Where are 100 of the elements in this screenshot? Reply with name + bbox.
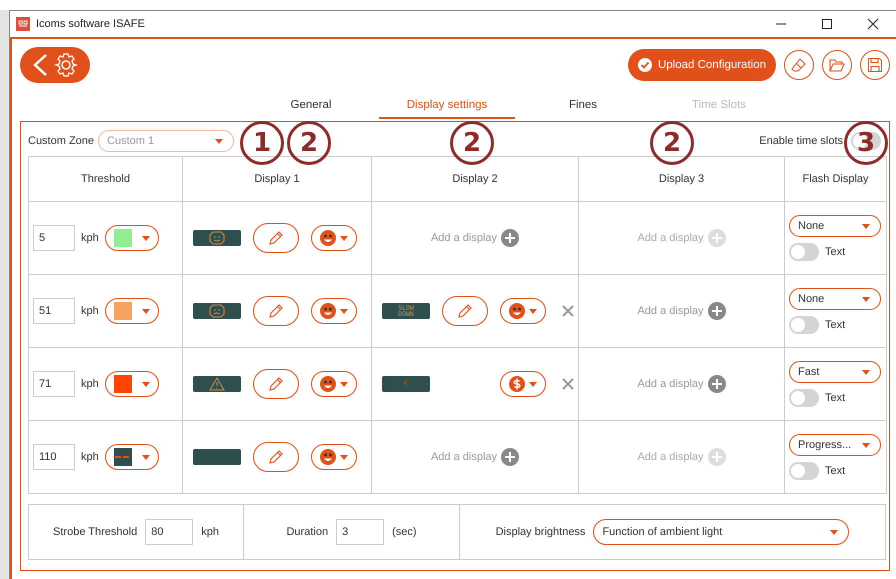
edit-button[interactable] (253, 442, 299, 472)
smiley-icon (320, 376, 336, 392)
annotation-circle: 2 (287, 121, 331, 165)
color-dropdown[interactable] (104, 444, 159, 470)
pencil-icon (268, 303, 284, 319)
enable-time-slots-label: Enable time slots (759, 135, 843, 147)
annotation-circle: 2 (450, 121, 494, 165)
caret-icon (340, 382, 348, 386)
smiley-icon (509, 303, 525, 319)
flash-dropdown[interactable]: Progress... (789, 434, 881, 456)
upload-configuration-button[interactable]: Upload Configuration (628, 49, 776, 81)
flash-dropdown[interactable]: None (789, 215, 881, 237)
edit-button[interactable] (253, 369, 299, 399)
toggle-label: Text (825, 246, 846, 258)
caret-icon (862, 370, 870, 374)
back-settings-button[interactable] (20, 47, 90, 83)
caret-icon (340, 236, 348, 240)
custom-zone-label: Custom Zone (28, 135, 94, 147)
edit-button[interactable] (253, 296, 299, 326)
symbol-dropdown[interactable] (500, 371, 546, 397)
toggle-switch[interactable] (851, 132, 881, 150)
unit-label: (sec) (392, 526, 417, 538)
plus-icon (708, 448, 726, 466)
eraser-button[interactable] (784, 50, 814, 80)
color-dropdown[interactable] (104, 298, 159, 324)
caret-icon (142, 454, 150, 460)
smiley-face-icon (207, 231, 227, 245)
unit-label: kph (81, 305, 99, 317)
tab[interactable]: Fines (515, 99, 651, 119)
caret-icon (862, 224, 870, 228)
toggle-switch[interactable] (789, 243, 819, 261)
threshold-input[interactable]: 51 (33, 298, 75, 324)
tab[interactable]: Display settings (379, 99, 515, 119)
flash-dropdown[interactable]: None (789, 288, 881, 310)
strobe-threshold-input[interactable]: 80 (145, 519, 194, 545)
symbol-dropdown[interactable] (311, 225, 357, 251)
folder-icon (829, 58, 845, 72)
threshold-input[interactable]: 5 (33, 225, 75, 251)
unit-label: kph (81, 451, 99, 463)
column-header: Display 2 (372, 156, 578, 202)
caret-icon (142, 382, 150, 386)
check-icon (638, 58, 652, 72)
smiley-icon (320, 303, 336, 319)
open-folder-button[interactable] (822, 50, 852, 80)
caret-icon (862, 442, 870, 448)
smiley-icon (320, 230, 336, 246)
smiley-icon (320, 449, 336, 465)
tab[interactable]: General (243, 99, 379, 119)
annotation-circle: 1 (240, 121, 284, 165)
color-dropdown[interactable] (104, 225, 159, 251)
app-logo-icon (16, 17, 30, 31)
flash-dropdown[interactable]: Fast (789, 361, 881, 383)
annotation-circle: 2 (650, 121, 694, 165)
column-header: Display 1 (182, 156, 372, 202)
pencil-icon (268, 230, 284, 246)
brightness-dropdown[interactable]: Function of ambient light (593, 519, 850, 545)
symbol-dropdown[interactable] (500, 298, 546, 324)
toggle-switch[interactable] (789, 389, 819, 407)
symbol-dropdown[interactable] (311, 444, 357, 470)
caret-icon (862, 296, 870, 302)
symbol-dropdown[interactable] (311, 298, 357, 324)
caret-icon (830, 530, 838, 534)
plus-icon (708, 229, 726, 247)
caret-icon (142, 308, 150, 314)
caret-icon (529, 308, 537, 314)
edit-button[interactable] (442, 296, 488, 326)
pencil-icon (268, 376, 284, 392)
caret-icon (340, 308, 348, 314)
pencil-icon (457, 303, 473, 319)
column-header: Flash Display (784, 156, 886, 202)
color-dropdown[interactable] (104, 371, 159, 397)
eraser-icon (791, 57, 807, 73)
caret-icon (529, 382, 537, 386)
toggle-label: Text (825, 465, 846, 477)
toggle-switch[interactable] (789, 462, 819, 480)
save-button[interactable] (860, 50, 890, 80)
display-brightness-label: Display brightness (496, 526, 586, 538)
threshold-input[interactable]: 110 (33, 444, 75, 470)
toggle-switch[interactable] (789, 316, 819, 334)
plus-icon (501, 229, 520, 247)
toggle-label: Text (825, 319, 846, 331)
warning-icon (209, 377, 225, 391)
unit-label: kph (201, 526, 219, 538)
symbol-dropdown[interactable] (311, 371, 357, 397)
window-title: Icoms software ISAFE (36, 18, 145, 30)
pencil-icon (268, 449, 284, 465)
column-header: Threshold (28, 156, 182, 202)
duration-label: Duration (286, 526, 328, 538)
column-header: Display 3 (578, 156, 784, 202)
threshold-input[interactable]: 71 (33, 371, 75, 397)
display-text: € (402, 380, 410, 388)
edit-button[interactable] (253, 223, 299, 253)
duration-input[interactable]: 3 (336, 519, 384, 545)
strobe-threshold-label: Strobe Threshold (53, 526, 138, 538)
settings-icon (53, 52, 79, 78)
caret-icon (215, 138, 224, 144)
plus-icon (501, 448, 520, 466)
sad-face-icon (207, 304, 227, 318)
plus-icon (708, 375, 726, 393)
caret-icon (142, 236, 150, 240)
